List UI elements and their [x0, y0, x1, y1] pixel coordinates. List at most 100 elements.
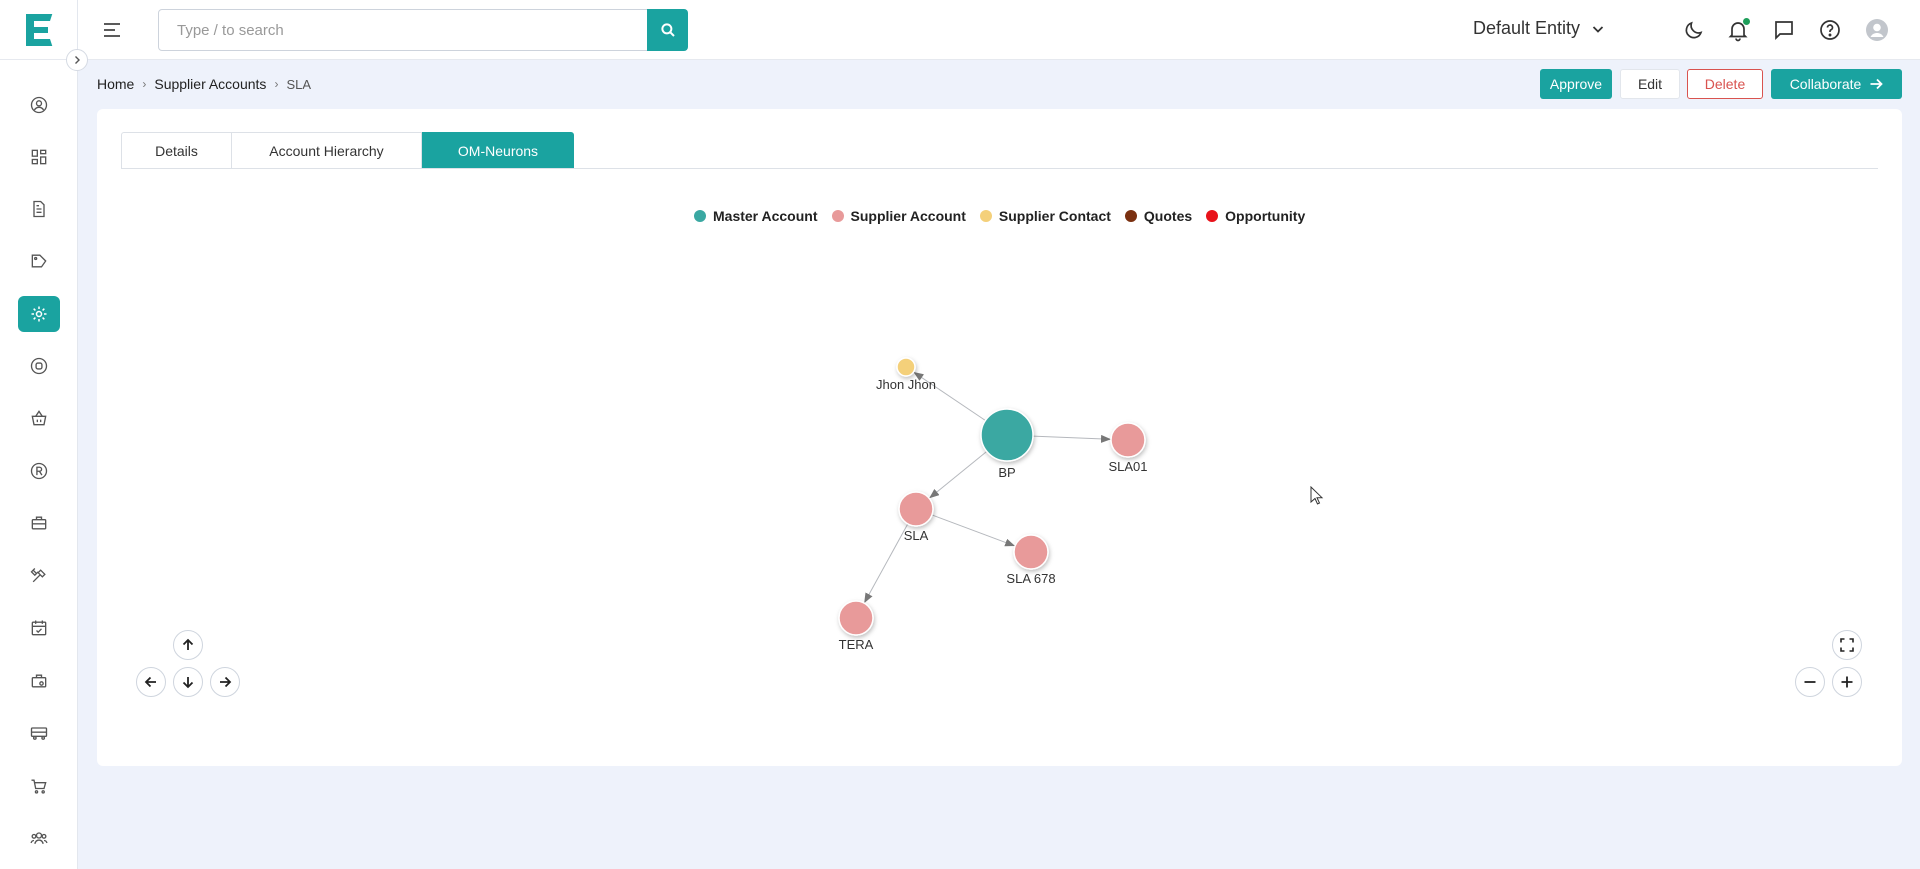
- graph-node-circle[interactable]: [980, 408, 1034, 462]
- entity-label: Default Entity: [1473, 18, 1581, 38]
- graph-node-circle[interactable]: [1110, 422, 1146, 458]
- search-input[interactable]: Type / to search: [158, 9, 648, 51]
- help-icon: [1820, 20, 1840, 40]
- zoom-out-button[interactable]: [1795, 667, 1825, 697]
- delete-button[interactable]: Delete: [1687, 69, 1763, 99]
- tag-icon: [31, 254, 47, 268]
- graph-node-circle[interactable]: [838, 600, 874, 636]
- help-button[interactable]: [1818, 18, 1842, 42]
- document-icon: [33, 200, 45, 218]
- graph-node-circle[interactable]: [1013, 534, 1049, 570]
- graph-node-bp[interactable]: BP: [980, 408, 1034, 480]
- minus-icon: [1804, 681, 1816, 683]
- sidebar-item-registered[interactable]: [18, 453, 60, 489]
- graph-node-jj[interactable]: Jhon Jhon: [876, 357, 936, 392]
- graph-node-sla678[interactable]: SLA 678: [1006, 534, 1056, 586]
- tab-om-neurons[interactable]: OM-Neurons: [422, 132, 574, 169]
- sidebar-item-basket[interactable]: [18, 400, 60, 436]
- pan-right-button[interactable]: [210, 667, 240, 697]
- pan-left-button[interactable]: [136, 667, 166, 697]
- legend-label: Master Account: [713, 208, 818, 224]
- avatar-icon: [1866, 19, 1888, 41]
- tab-details[interactable]: Details: [121, 132, 232, 169]
- graph-legend: Master Account Supplier Account Supplier…: [694, 208, 1305, 224]
- search-placeholder: Type / to search: [177, 21, 284, 39]
- edit-button[interactable]: Edit: [1620, 69, 1680, 99]
- pan-down-button[interactable]: [173, 667, 203, 697]
- graph-node-label: SLA 678: [1006, 571, 1055, 586]
- pan-up-button[interactable]: [173, 630, 203, 660]
- sidebar-item-settings[interactable]: [18, 296, 60, 332]
- sidebar-item-documents[interactable]: [18, 191, 60, 227]
- registered-icon: [30, 462, 48, 480]
- arrow-right-icon: [1870, 78, 1884, 90]
- top-bar: Type / to search Default Entity: [78, 0, 1920, 60]
- logo-icon: [26, 13, 53, 46]
- arrow-left-icon: [144, 676, 156, 688]
- sidebar-item-profile[interactable]: [18, 87, 60, 123]
- menu-toggle-button[interactable]: [100, 18, 124, 42]
- graph-node-tera[interactable]: TERA: [838, 600, 874, 652]
- graph-edge-sla-sla678: [931, 514, 1016, 547]
- legend-item-quotes: Quotes: [1124, 208, 1192, 224]
- sidebar-item-portfolio[interactable]: [18, 663, 60, 699]
- breadcrumb-current: SLA: [286, 76, 312, 92]
- user-circle-icon: [30, 96, 48, 114]
- fit-view-button[interactable]: [1832, 630, 1862, 660]
- sidebar-item-calendar[interactable]: [18, 610, 60, 646]
- graph-node-label: TERA: [839, 637, 874, 652]
- hamburger-icon: [104, 23, 120, 37]
- moon-icon: [1685, 21, 1703, 39]
- chat-icon: [1775, 21, 1793, 41]
- notifications-button[interactable]: [1726, 18, 1750, 42]
- notification-dot: [1743, 18, 1750, 25]
- arrow-down-icon: [182, 677, 194, 689]
- sidebar-item-tags[interactable]: [18, 243, 60, 279]
- entity-selector[interactable]: Default Entity: [1473, 18, 1606, 39]
- sidebar-item-target[interactable]: [18, 348, 60, 384]
- graph-node-sla01[interactable]: SLA01: [1108, 422, 1148, 474]
- breadcrumb-supplier-accounts[interactable]: Supplier Accounts: [154, 76, 266, 92]
- main-card: Details Account Hierarchy OM-Neurons Mas…: [97, 109, 1902, 766]
- sidebar-item-briefcase[interactable]: [18, 505, 60, 541]
- briefcase-alt-icon: [31, 674, 47, 688]
- graph-node-label: SLA: [904, 528, 929, 543]
- tools-icon: [30, 568, 46, 583]
- graph-node-circle[interactable]: [898, 491, 934, 527]
- legend-dot: [694, 210, 706, 222]
- dashboard-icon: [31, 149, 47, 165]
- zoom-in-button[interactable]: [1832, 667, 1862, 697]
- theme-toggle-button[interactable]: [1682, 18, 1706, 42]
- sidebar-item-team[interactable]: [18, 820, 60, 856]
- legend-dot: [1124, 210, 1137, 222]
- messages-button[interactable]: [1772, 18, 1796, 42]
- truck-icon: [30, 727, 48, 740]
- collaborate-button[interactable]: Collaborate: [1771, 69, 1902, 99]
- sidebar-item-shipping[interactable]: [18, 715, 60, 751]
- sidebar-expand-button[interactable]: [66, 49, 88, 71]
- sidebar-item-cart[interactable]: [18, 768, 60, 804]
- tab-divider: [121, 168, 1878, 169]
- plus-icon: [1841, 676, 1853, 688]
- graph-node-circle[interactable]: [896, 357, 916, 377]
- graph-edge-bp-sla01: [1032, 434, 1112, 443]
- search-button[interactable]: [647, 9, 688, 51]
- legend-item-supplier-contact: Supplier Contact: [979, 208, 1111, 224]
- legend-label: Opportunity: [1225, 208, 1306, 224]
- search-icon: [660, 23, 675, 37]
- tab-account-hierarchy[interactable]: Account Hierarchy: [232, 132, 422, 169]
- graph-node-sla[interactable]: SLA: [898, 491, 934, 543]
- app-logo[interactable]: [0, 0, 78, 60]
- breadcrumb-home[interactable]: Home: [97, 76, 134, 92]
- sidebar-item-dashboard[interactable]: [18, 139, 60, 175]
- gear-icon: [31, 306, 47, 322]
- approve-button[interactable]: Approve: [1540, 69, 1612, 99]
- briefcase-icon: [31, 516, 47, 530]
- user-avatar[interactable]: [1865, 18, 1889, 42]
- graph-edge-sla-tera: [864, 523, 909, 604]
- team-icon: [30, 832, 48, 845]
- legend-label: Supplier Account: [850, 208, 966, 224]
- sidebar-item-tools[interactable]: [18, 558, 60, 594]
- legend-item-master-account: Master Account: [694, 208, 818, 224]
- legend-dot: [831, 210, 844, 222]
